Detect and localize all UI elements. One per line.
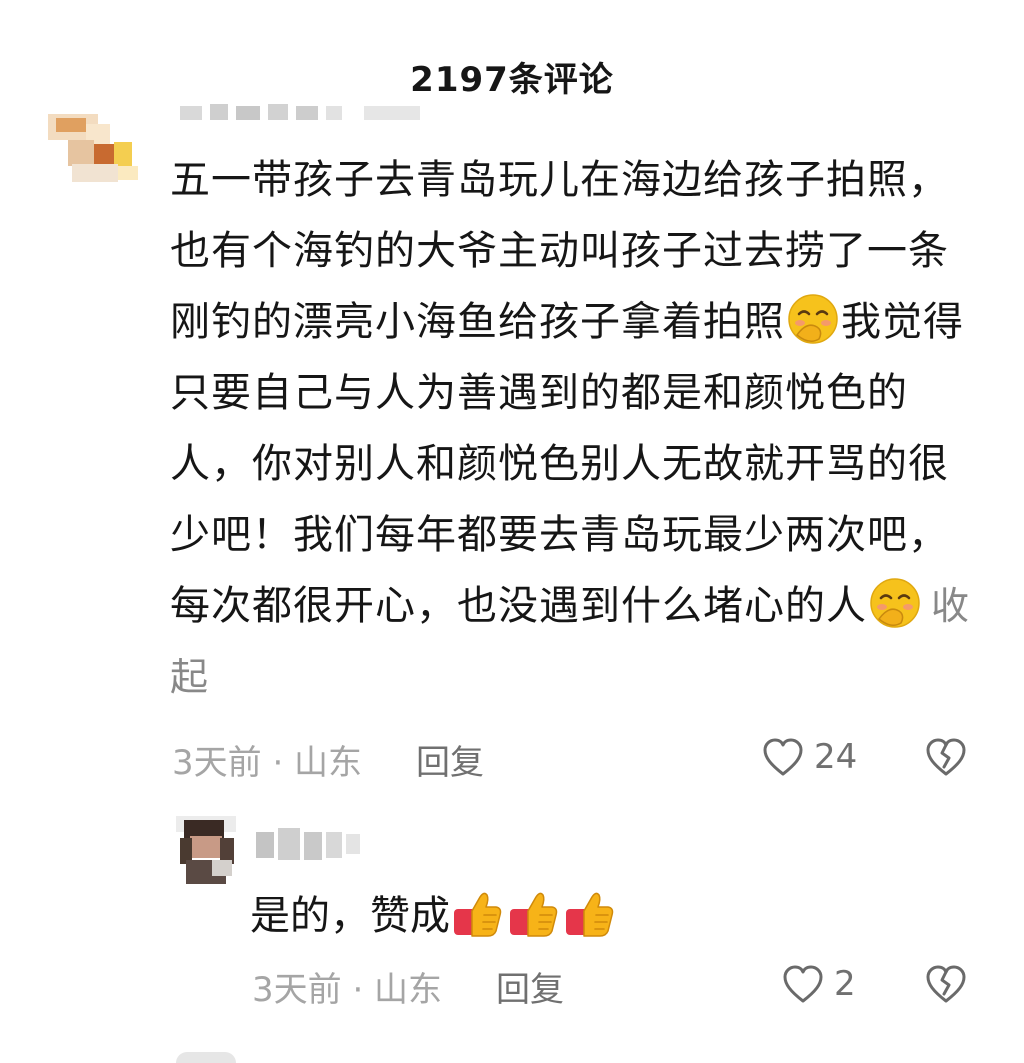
broken-heart-icon[interactable] <box>924 735 968 779</box>
reply-text-content: 是的，赞成 <box>250 893 450 939</box>
thumbs-up-emoji-icon <box>510 892 558 937</box>
next-avatar-peek <box>176 1052 236 1063</box>
comment-meta-row: 3天前 · 山东 回复 24 <box>172 735 992 783</box>
thumbs-up-emoji-icon <box>454 892 502 937</box>
comment-time-location: 3天前 · 山东 <box>172 743 363 783</box>
shy-smile-emoji-icon <box>788 294 838 344</box>
heart-icon <box>783 965 823 1003</box>
reply-text: 是的，赞成 <box>250 886 618 946</box>
username[interactable] <box>254 824 364 866</box>
reply-time-location: 3天前 · 山东 <box>252 970 443 1010</box>
like-count: 2 <box>834 964 856 1004</box>
like-button[interactable]: 24 <box>762 735 857 779</box>
like-button[interactable]: 2 <box>782 962 856 1006</box>
comment-text: 五一带孩子去青岛玩儿在海边给孩子拍照，也有个海钓的大爷主动叫孩子过去捞了一条刚钓… <box>170 145 970 713</box>
reply-button[interactable]: 回复 <box>496 962 564 1011</box>
shy-smile-emoji-icon <box>870 578 920 628</box>
page-title: 2197条评论 <box>410 60 614 100</box>
broken-heart-icon[interactable] <box>924 962 968 1006</box>
avatar[interactable] <box>48 104 150 186</box>
heart-icon <box>763 738 803 776</box>
reply-meta-row: 3天前 · 山东 回复 2 <box>252 962 992 1010</box>
reply-button[interactable]: 回复 <box>416 735 484 784</box>
thumbs-up-emoji-icon <box>566 892 614 937</box>
like-count: 24 <box>814 737 858 777</box>
username[interactable] <box>176 100 436 126</box>
avatar[interactable] <box>176 816 236 884</box>
comment-text-part2: 我觉得只要自己与人为善遇到的都是和颜悦色的人，你对别人和颜悦色别人无故就开骂的很… <box>170 299 964 629</box>
